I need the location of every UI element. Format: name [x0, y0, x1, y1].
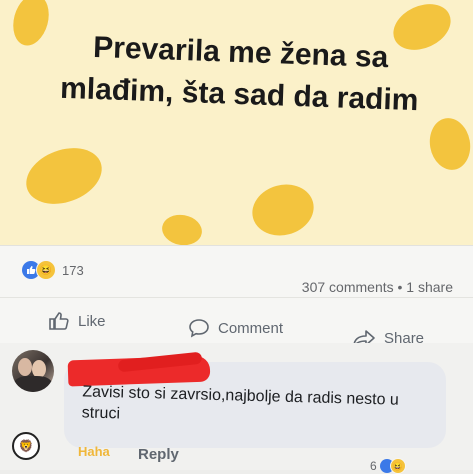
comments-shares-count[interactable]: 307 comments • 1 share [302, 279, 453, 295]
egg-shape [425, 114, 473, 174]
comment-icon [189, 319, 209, 338]
haha-reaction-icon: 😆 [36, 260, 56, 280]
reaction-count: 173 [62, 262, 84, 278]
thumbs-up-icon [49, 312, 69, 330]
reactions[interactable]: 😆 173 [22, 260, 84, 280]
haha-reaction-icon: 😆 [389, 458, 406, 474]
egg-shape [246, 177, 320, 243]
egg-shape [18, 138, 110, 214]
commenter-avatar[interactable] [12, 350, 54, 392]
comment-reactions[interactable]: 6 😆 [370, 458, 406, 474]
comment-reply-link[interactable]: Reply [138, 446, 179, 463]
watermark-icon: 🦁 [12, 432, 40, 460]
comment-button[interactable]: Comment [188, 318, 283, 338]
like-button-label: Like [78, 312, 106, 330]
comment-button-label: Comment [218, 319, 284, 337]
post-text: Prevarila me žena sa mlađim, šta sad da … [59, 30, 419, 118]
comment-haha-link[interactable]: Haha [78, 444, 110, 459]
post-stats: 😆 173 307 comments • 1 share [0, 245, 473, 298]
comment-reaction-count: 6 [370, 459, 377, 473]
egg-shape [159, 211, 205, 245]
post-actions: Like Comment Share [0, 297, 473, 347]
like-button[interactable]: Like [48, 311, 106, 331]
